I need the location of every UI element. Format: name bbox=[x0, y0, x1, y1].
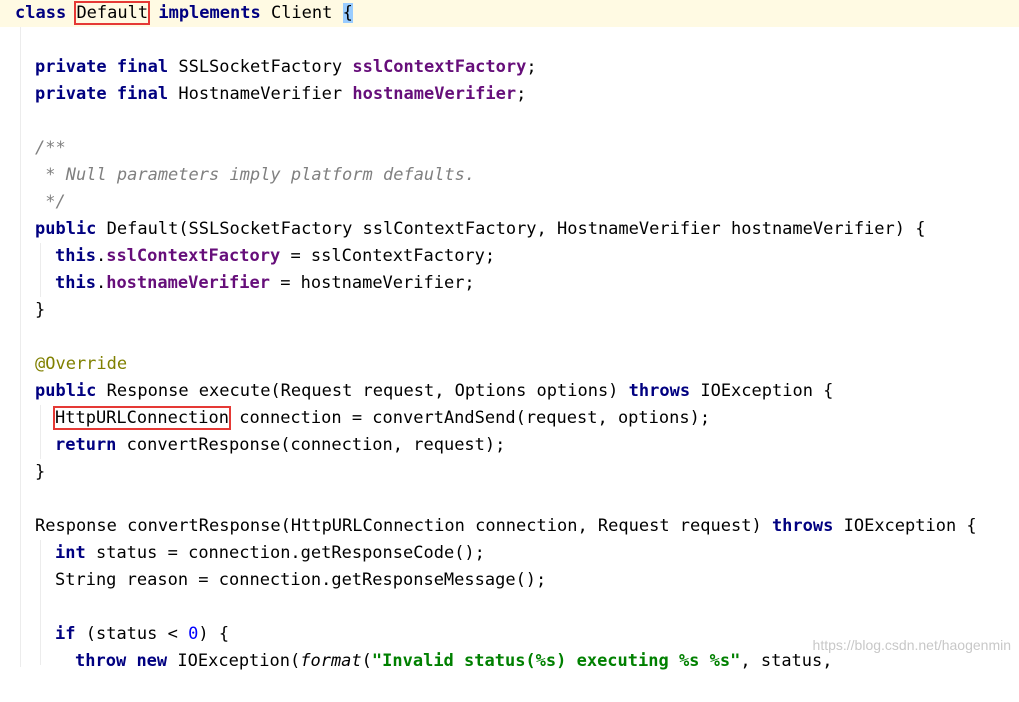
keyword-final: final bbox=[116, 57, 169, 77]
code-line-4[interactable]: private final HostnameVerifier hostnameV… bbox=[0, 81, 1019, 108]
keyword-public: public bbox=[35, 381, 97, 401]
keyword-int: int bbox=[55, 543, 86, 563]
field-type: SSLSocketFactory bbox=[178, 57, 343, 77]
code-line-12[interactable]: } bbox=[0, 297, 1019, 324]
code-line-20[interactable]: Response convertResponse(HttpURLConnecti… bbox=[0, 513, 1019, 540]
exception-constructor: IOException( bbox=[177, 651, 301, 671]
matched-brace: { bbox=[342, 3, 353, 23]
code-line-14[interactable]: @Override bbox=[0, 351, 1019, 378]
code-line-15[interactable]: public Response execute(Request request,… bbox=[0, 378, 1019, 405]
keyword-this: this bbox=[55, 273, 96, 293]
type-highlight: HttpURLConnection bbox=[53, 406, 231, 430]
semicolon: ; bbox=[516, 84, 527, 104]
closing-brace: } bbox=[35, 300, 46, 320]
code-line-22[interactable]: String reason = connection.getResponseMe… bbox=[0, 567, 1019, 594]
field-ref: hostnameVerifier bbox=[106, 273, 270, 293]
keyword-throw: throw bbox=[75, 651, 127, 671]
paren: ( bbox=[361, 651, 372, 671]
code-line-10[interactable]: this.sslContextFactory = sslContextFacto… bbox=[0, 243, 1019, 270]
code-line-6[interactable]: /** bbox=[0, 135, 1019, 162]
keyword-throws: throws bbox=[628, 381, 691, 401]
keyword-return: return bbox=[55, 435, 117, 455]
method-signature: Response convertResponse(HttpURLConnecti… bbox=[35, 516, 762, 536]
keyword-private: private bbox=[35, 84, 107, 104]
keyword-this: this bbox=[55, 246, 96, 266]
interface-name: Client bbox=[270, 3, 333, 23]
code-line-17[interactable]: return convertResponse(connection, reque… bbox=[0, 432, 1019, 459]
field-name: hostnameVerifier bbox=[352, 84, 517, 104]
code-line-16[interactable]: HttpURLConnection connection = convertAn… bbox=[0, 405, 1019, 432]
override-annotation: @Override bbox=[35, 354, 128, 374]
code-line-18[interactable]: } bbox=[0, 459, 1019, 486]
code-line-9[interactable]: public Default(SSLSocketFactory sslConte… bbox=[0, 216, 1019, 243]
field-name: sslContextFactory bbox=[352, 57, 527, 77]
assignment: = sslContextFactory; bbox=[280, 246, 496, 266]
doc-comment-end: */ bbox=[35, 192, 66, 212]
exception-type: IOException { bbox=[700, 381, 834, 401]
exception-type: IOException { bbox=[843, 516, 977, 536]
number-literal: 0 bbox=[188, 624, 199, 644]
doc-comment-start: /** bbox=[35, 138, 66, 158]
field-ref: sslContextFactory bbox=[106, 246, 281, 266]
semicolon: ; bbox=[526, 57, 537, 77]
arguments: , status, bbox=[740, 651, 833, 671]
field-type: HostnameVerifier bbox=[178, 84, 343, 104]
method-signature: Response execute(Request request, Option… bbox=[106, 381, 619, 401]
code-line-8[interactable]: */ bbox=[0, 189, 1019, 216]
keyword-if: if bbox=[55, 624, 76, 644]
keyword-throws: throws bbox=[771, 516, 834, 536]
dot: . bbox=[95, 273, 107, 293]
doc-comment-text: * Null parameters imply platform default… bbox=[35, 165, 476, 185]
class-name-highlight: Default bbox=[74, 1, 151, 25]
assignment: = hostnameVerifier; bbox=[269, 273, 475, 293]
code-line-11[interactable]: this.hostnameVerifier = hostnameVerifier… bbox=[0, 270, 1019, 297]
code-line-1[interactable]: class Default implements Client { bbox=[0, 0, 1019, 27]
keyword-class: class bbox=[15, 3, 67, 23]
keyword-implements: implements bbox=[158, 3, 261, 23]
dot: . bbox=[95, 246, 107, 266]
statement: connection = convertAndSend(request, opt… bbox=[239, 408, 711, 428]
condition-end: ) { bbox=[198, 624, 230, 644]
condition-start: (status < bbox=[85, 624, 189, 644]
constructor-signature: Default(SSLSocketFactory sslContextFacto… bbox=[106, 219, 926, 239]
code-line-3[interactable]: private final SSLSocketFactory sslContex… bbox=[0, 54, 1019, 81]
watermark: https://blog.csdn.net/haogenmin bbox=[812, 637, 1011, 653]
keyword-public: public bbox=[35, 219, 97, 239]
statement: convertResponse(connection, request); bbox=[126, 435, 506, 455]
closing-brace: } bbox=[35, 462, 46, 482]
code-line-7[interactable]: * Null parameters imply platform default… bbox=[0, 162, 1019, 189]
statement: status = connection.getResponseCode(); bbox=[95, 543, 485, 563]
format-call: format bbox=[300, 651, 362, 671]
statement: String reason = connection.getResponseMe… bbox=[55, 570, 547, 590]
keyword-new: new bbox=[136, 651, 168, 671]
code-line-21[interactable]: int status = connection.getResponseCode(… bbox=[0, 540, 1019, 567]
string-literal: "Invalid status(%s) executing %s %s" bbox=[371, 651, 741, 671]
keyword-final: final bbox=[116, 84, 169, 104]
keyword-private: private bbox=[35, 57, 107, 77]
